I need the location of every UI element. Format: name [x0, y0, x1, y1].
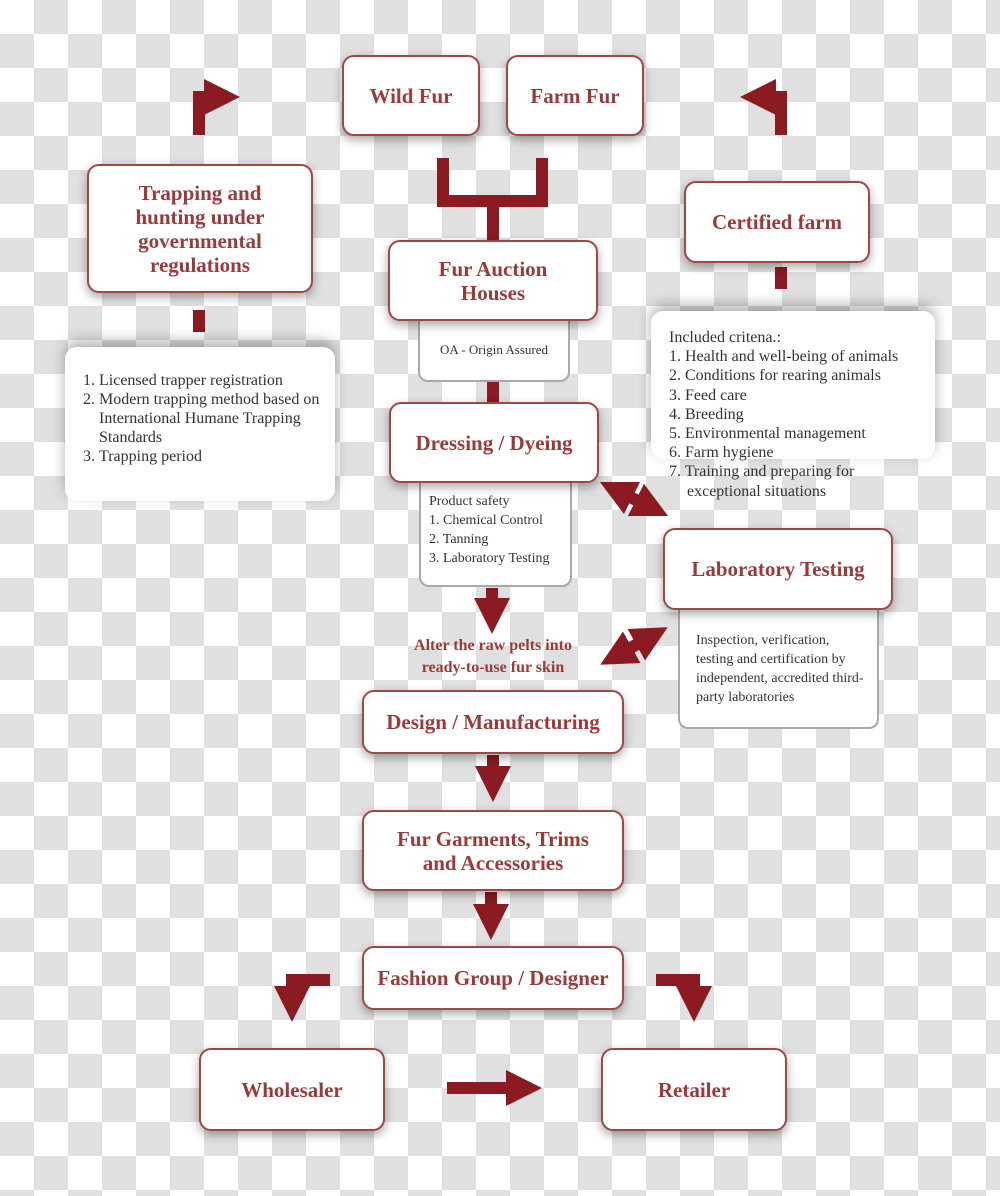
node-certified-farm: Certified farm — [684, 181, 870, 263]
double-arrow-criteria — [599, 481, 669, 517]
node-label: Laboratory Testing — [691, 557, 865, 581]
list-item: 4. Breeding — [669, 405, 744, 423]
product-safety-box: Product safety 1. Chemical Control 2. Ta… — [419, 480, 572, 587]
node-wild-fur: Wild Fur — [342, 55, 480, 136]
node-label: Design / Manufacturing — [386, 710, 600, 734]
trapping-criteria-card: Licensed trapper registration Modern tra… — [65, 347, 335, 501]
node-label: Wholesaler — [241, 1077, 343, 1102]
oa-box: OA - Origin Assured — [418, 318, 570, 382]
bend-arrow-top-left — [193, 79, 240, 135]
node-label: Farm Fur — [530, 83, 620, 108]
node-trapping: Trapping and hunting under governmental … — [87, 164, 313, 293]
node-label: Retailer — [657, 1077, 731, 1102]
criteria-title: Included critena.: — [669, 329, 781, 346]
list-item: 3. Laboratory Testing — [429, 551, 550, 566]
bend-arrow-retailer — [656, 974, 712, 1022]
list-item: 5. Environmental management — [669, 425, 866, 443]
node-label: Wild Fur — [369, 83, 453, 108]
node-label: Fashion Group / Designer — [377, 966, 609, 990]
node-label: Trapping and hunting under governmental … — [135, 180, 265, 277]
list-item: 1. Chemical Control — [429, 513, 543, 528]
node-label: Dressing / Dyeing — [415, 430, 573, 455]
list-item: 2. Tanning — [429, 532, 489, 547]
node-fashion: Fashion Group / Designer — [362, 946, 624, 1010]
node-lab-testing: Laboratory Testing — [663, 528, 893, 610]
list-item: 3. Feed care — [669, 386, 747, 404]
lab-description: Inspection, verification, testing and ce… — [696, 633, 864, 705]
list-item: 2. Conditions for rearing animals — [669, 367, 881, 385]
lab-description-box: Inspection, verification, testing and ce… — [678, 607, 879, 729]
node-label: Fur Garments, Trims and Accessories — [397, 826, 589, 875]
farm-criteria-list: Included critena.: 1. Health and well-be… — [669, 328, 959, 501]
node-auction: Fur Auction Houses — [388, 240, 598, 321]
product-safety-title: Product safety — [429, 494, 510, 509]
merge-fork-arrow — [437, 158, 548, 240]
list-item: Modern trapping method based on Internat… — [99, 390, 325, 447]
alter-pelts-label: Alter the raw pelts into ready-to-use fu… — [414, 637, 572, 676]
node-garments: Fur Garments, Trims and Accessories — [362, 810, 624, 891]
list-item: 1. Health and well-being of animals — [669, 348, 899, 366]
node-design: Design / Manufacturing — [362, 690, 624, 754]
node-label: Fur Auction Houses — [438, 256, 548, 305]
bend-arrow-wholesaler — [274, 974, 330, 1022]
node-wholesaler: Wholesaler — [199, 1048, 385, 1131]
double-arrow-lab — [600, 627, 668, 665]
node-farm-fur: Farm Fur — [506, 55, 644, 136]
node-retailer: Retailer — [601, 1048, 787, 1131]
bend-arrow-top-right — [740, 79, 787, 135]
node-dressing: Dressing / Dyeing — [389, 402, 599, 483]
list-item: 6. Farm hygiene — [669, 444, 774, 462]
list-item: 7. Training and preparing for exceptiona… — [669, 463, 855, 500]
list-item: Trapping period — [99, 447, 325, 466]
node-label: Certified farm — [711, 210, 843, 234]
list-item: Licensed trapper registration — [99, 371, 325, 390]
oa-label: OA - Origin Assured — [440, 341, 548, 357]
